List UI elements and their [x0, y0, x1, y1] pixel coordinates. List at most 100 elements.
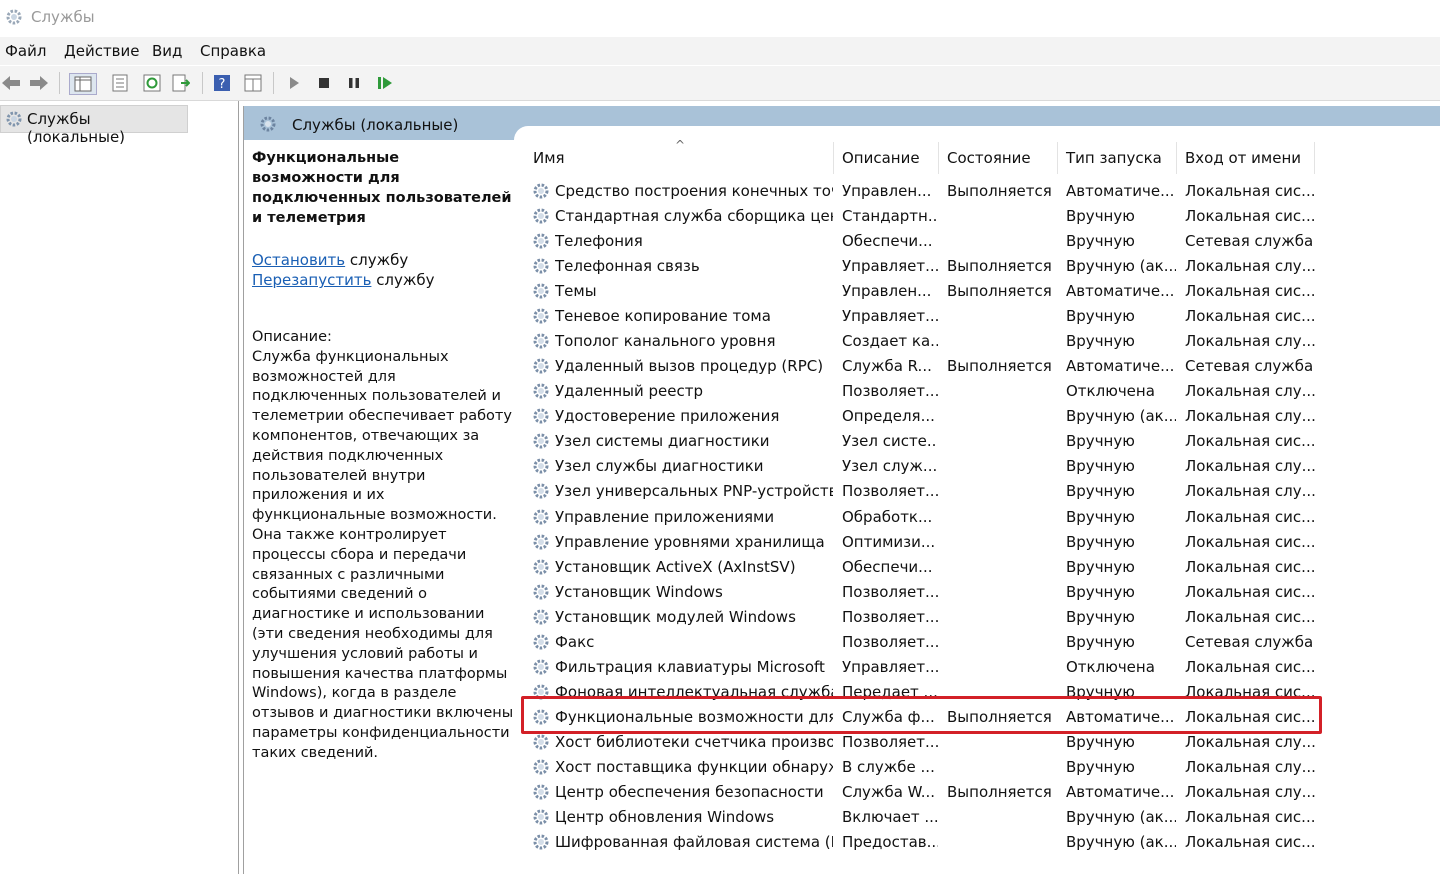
service-log-on-as: Локальная сис... [1185, 307, 1316, 326]
service-row[interactable]: Управление приложениями Обработк... Вручну… [524, 505, 1440, 530]
service-row[interactable]: Центр обеспечения безопасности Служба W..… [524, 780, 1440, 805]
column-name[interactable]: Имя [533, 149, 565, 167]
column-status[interactable]: Состояние [947, 149, 1031, 167]
column-description[interactable]: Описание [842, 149, 920, 167]
export-list-icon[interactable] [171, 73, 191, 93]
menu-file[interactable]: Файл [5, 42, 46, 60]
service-name: Телефония [555, 232, 643, 251]
service-startup-type: Вручную [1066, 307, 1135, 326]
service-status: Выполняется [947, 257, 1052, 276]
service-gear-icon [531, 657, 551, 681]
console-tree-icon[interactable] [69, 73, 97, 95]
service-name: Управление уровнями хранилища [555, 532, 825, 551]
service-startup-type: Вручную [1066, 582, 1135, 601]
service-status: Выполняется [947, 357, 1052, 376]
svg-text:?: ? [219, 77, 226, 92]
service-row[interactable]: Фильтрация клавиатуры Microsoft Управляет… [524, 655, 1440, 680]
service-name: Центр обеспечения безопасности [555, 782, 824, 801]
properties-icon[interactable] [110, 73, 130, 93]
selected-service-highlight [521, 696, 1322, 734]
column-startup-type[interactable]: Тип запуска [1066, 149, 1162, 167]
service-row[interactable]: Телефония Обеспечи... Вручную Сетевая служб… [524, 229, 1440, 254]
service-row[interactable]: Установщик Windows Позволяет... Вручную Лок… [524, 580, 1440, 605]
service-row[interactable]: Установщик ActiveX (AxInstSV) Обеспечи...… [524, 555, 1440, 580]
service-gear-icon [531, 206, 551, 230]
service-gear-icon [531, 331, 551, 355]
service-log-on-as: Локальная слу... [1185, 332, 1316, 351]
extended-details-pane: Функциональные возможности для подключен… [252, 148, 514, 764]
restart-icon[interactable] [375, 73, 395, 93]
service-startup-type: Вручную [1066, 232, 1135, 251]
service-log-on-as: Локальная сис... [1185, 182, 1316, 200]
service-row[interactable]: Удаленный реестр Позволяет... Отключена Лок… [524, 379, 1440, 404]
refresh-icon[interactable] [142, 73, 162, 93]
service-gear-icon [531, 607, 551, 631]
service-startup-type: Вручную [1066, 732, 1135, 751]
service-startup-type: Вручную [1066, 532, 1135, 551]
service-row[interactable]: Узел системы диагностики Узел систе... Вру… [524, 429, 1440, 454]
tree-item-services-local[interactable]: Службы (локальные) [0, 105, 188, 146]
service-gear-icon [531, 582, 551, 606]
service-description: В службе ... [842, 757, 935, 776]
service-row[interactable]: Удостоверение приложения Определя... Вручн… [524, 404, 1440, 429]
menu-help[interactable]: Справка [200, 42, 266, 60]
service-row[interactable]: Темы Управлен... Выполняется Автоматиче... Л… [524, 279, 1440, 304]
service-row[interactable]: Установщик модулей Windows Позволяет... Вр… [524, 605, 1440, 630]
service-description: Обеспечи... [842, 557, 933, 576]
help-icon[interactable]: ? [212, 73, 232, 93]
service-gear-icon [531, 532, 551, 556]
service-description: Управляет... [842, 307, 938, 326]
service-row[interactable]: Тополог канального уровня Создает ка... Вр… [524, 329, 1440, 354]
service-description: Обработк... [842, 507, 933, 526]
service-row[interactable]: Телефонная связь Управляет... Выполняется В… [524, 254, 1440, 279]
service-description: Определя... [842, 407, 935, 426]
service-gear-icon [531, 406, 551, 430]
menu-view[interactable]: Вид [152, 42, 182, 60]
start-icon[interactable] [284, 73, 304, 93]
service-name: Узел службы диагностики [555, 457, 764, 476]
service-row[interactable]: Управление уровнями хранилища Оптимизи...… [524, 530, 1440, 555]
service-row[interactable]: Центр обновления Windows Включает ... Вруч… [524, 805, 1440, 830]
menu-action[interactable]: Действие [64, 42, 140, 60]
service-row[interactable]: Узел универсальных PNP-устройств Позволяе… [524, 479, 1440, 504]
service-name: Факс [555, 632, 595, 651]
service-name: Установщик ActiveX (AxInstSV) [555, 557, 796, 576]
service-description: Служба R... [842, 357, 932, 376]
service-log-on-as: Сетевая служба [1185, 357, 1314, 376]
service-log-on-as: Локальная сис... [1185, 507, 1316, 526]
service-startup-type: Автоматиче... [1066, 357, 1175, 376]
service-row[interactable]: Теневое копирование тома Управляет... Вруч… [524, 304, 1440, 329]
service-log-on-as: Локальная слу... [1185, 257, 1316, 276]
restart-service-suffix: службу [371, 271, 435, 289]
service-gear-icon [531, 256, 551, 280]
stop-icon[interactable] [314, 73, 334, 93]
service-startup-type: Вручную (ак... [1066, 407, 1176, 426]
service-gear-icon [531, 456, 551, 480]
service-gear-icon [531, 356, 551, 380]
service-name: Удаленный реестр [555, 382, 703, 401]
forward-arrow-icon[interactable] [29, 73, 49, 93]
column-log-on-as[interactable]: Вход от имени [1185, 149, 1301, 167]
service-name: Средство построения конечных точ... [555, 182, 833, 200]
service-row[interactable]: Стандартная служба сборщика цент... Станд… [524, 204, 1440, 229]
service-row[interactable]: Факс Позволяет... Вручную Сетевая служба [524, 630, 1440, 655]
service-row[interactable]: Шифрованная файловая система (E... Предос… [524, 830, 1440, 855]
title-bar: Службы [0, 0, 1440, 36]
service-row[interactable]: Средство построения конечных точ... Управ… [524, 179, 1440, 204]
service-description: Стандартн... [842, 207, 938, 226]
stop-service-link[interactable]: Остановить [252, 251, 345, 269]
pause-icon[interactable] [344, 73, 364, 93]
service-gear-icon [531, 757, 551, 781]
service-description: Оптимизи... [842, 532, 936, 551]
service-description: Предостав... [842, 833, 938, 852]
show-pane-icon[interactable] [243, 73, 263, 93]
service-name: Удостоверение приложения [555, 407, 780, 426]
service-row[interactable]: Хост поставщика функции обнаруж... В служ… [524, 755, 1440, 780]
service-description: Позволяет... [842, 732, 938, 751]
service-description: Узел систе... [842, 432, 938, 451]
services-gear-icon [4, 109, 24, 133]
service-row[interactable]: Узел службы диагностики Узел служ... Вручн… [524, 454, 1440, 479]
restart-service-link[interactable]: Перезапустить [252, 271, 371, 289]
back-arrow-icon[interactable] [1, 73, 21, 93]
service-row[interactable]: Удаленный вызов процедур (RPC) Служба R..… [524, 354, 1440, 379]
